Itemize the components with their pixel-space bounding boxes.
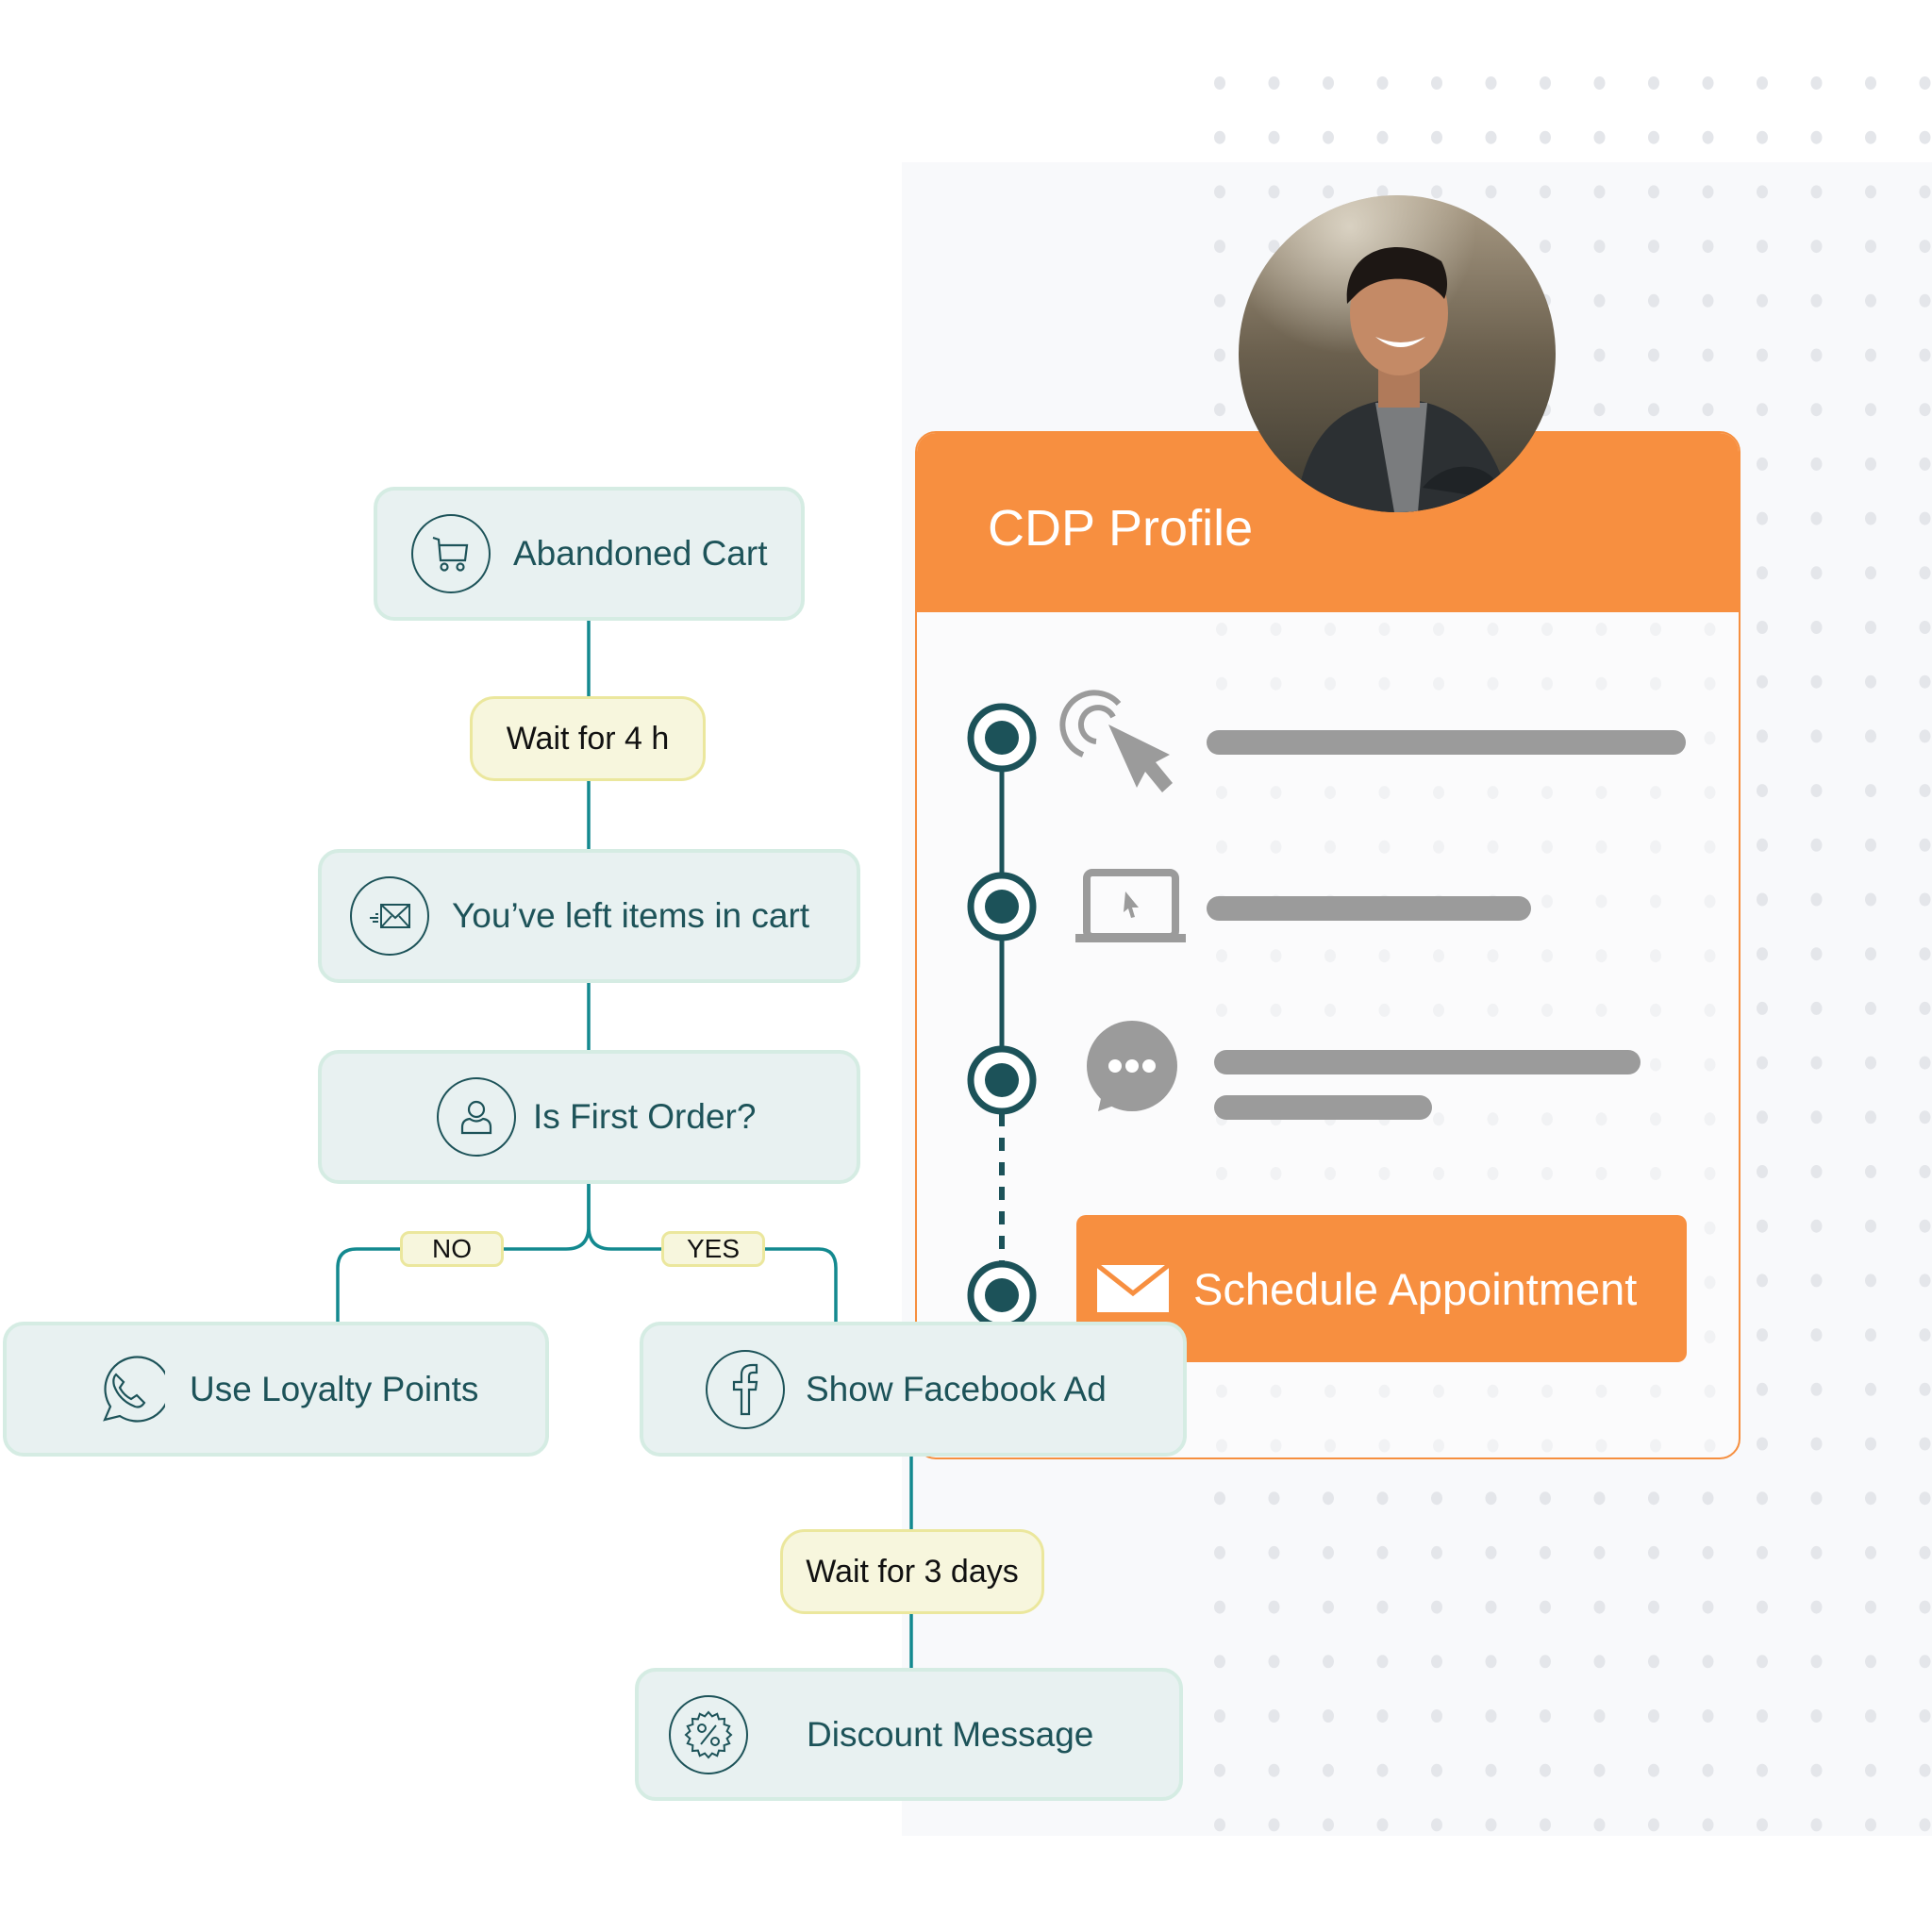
node-label: You’ve left items in cart <box>452 896 810 935</box>
branch-no-text: NO <box>432 1234 472 1263</box>
branch-yes-text: YES <box>686 1234 741 1263</box>
node-show-facebook-ad[interactable]: Show Facebook Ad <box>640 1322 1187 1457</box>
node-use-loyalty-points[interactable]: Use Loyalty Points <box>3 1322 549 1457</box>
node-label: Is First Order? <box>533 1097 757 1136</box>
node-label: Show Facebook Ad <box>806 1369 1107 1408</box>
email-send-icon <box>350 876 429 956</box>
wait-4h[interactable]: Wait for 4 h <box>470 696 706 781</box>
node-label: Use Loyalty Points <box>190 1369 479 1408</box>
discount-badge-icon <box>669 1694 748 1774</box>
node-is-first-order[interactable]: Is First Order? <box>318 1050 860 1184</box>
node-left-items-in-cart[interactable]: You’ve left items in cart <box>318 849 860 983</box>
facebook-icon <box>706 1349 785 1429</box>
node-discount-message[interactable]: Discount Message <box>635 1668 1183 1801</box>
whatsapp-icon <box>88 1350 167 1429</box>
branch-no-label: NO <box>400 1231 504 1267</box>
shopping-cart-icon <box>411 514 491 593</box>
wait-label: Wait for 4 h <box>506 720 670 757</box>
wait-3-days[interactable]: Wait for 3 days <box>780 1529 1044 1614</box>
flow-connectors <box>336 621 913 1668</box>
node-label: Discount Message <box>807 1714 1094 1754</box>
branch-yes-label: YES <box>661 1231 765 1267</box>
wait-label: Wait for 3 days <box>806 1553 1019 1590</box>
node-label: Abandoned Cart <box>513 534 768 573</box>
node-abandoned-cart[interactable]: Abandoned Cart <box>374 487 805 621</box>
user-icon <box>437 1077 516 1157</box>
